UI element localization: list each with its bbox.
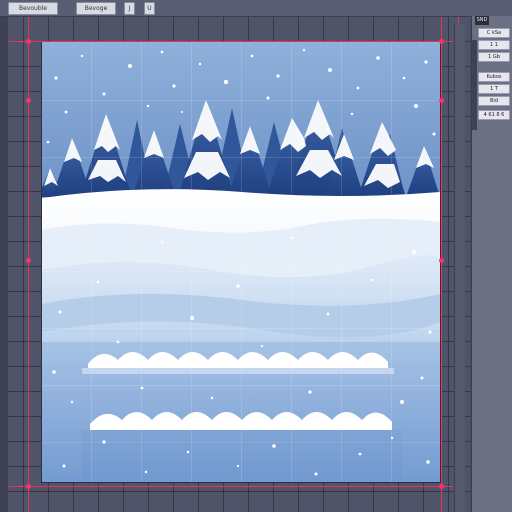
- panel-button-1[interactable]: C kSa: [478, 28, 510, 38]
- panel-button-3[interactable]: 1 Gb: [478, 52, 510, 62]
- toolbar-button-1[interactable]: Bevouble: [8, 2, 58, 15]
- winter-landscape-image: [42, 42, 440, 482]
- panel-button-7[interactable]: 4 61 8 6: [478, 110, 510, 120]
- resize-handle-left-middle[interactable]: [26, 258, 31, 263]
- resize-handle-right-upper[interactable]: [439, 98, 444, 103]
- resize-handle-bottom-right[interactable]: [439, 484, 444, 489]
- toolbar-button-4[interactable]: U: [144, 2, 155, 15]
- guide-bottom[interactable]: [8, 486, 464, 487]
- resize-handle-top-right[interactable]: [439, 39, 444, 44]
- panel-button-4[interactable]: Kubos: [478, 72, 510, 82]
- artboard[interactable]: [42, 42, 440, 482]
- panel-strip: [472, 40, 477, 130]
- panel-button-5[interactable]: 1 T: [478, 84, 510, 94]
- top-toolbar: Bevouble Bevoge J U: [0, 0, 512, 17]
- toolbar-button-3[interactable]: J: [124, 2, 135, 15]
- guide-left[interactable]: [28, 17, 29, 512]
- vertical-scrollbar[interactable]: [454, 24, 465, 512]
- guide-top[interactable]: [8, 41, 464, 42]
- panel-header: SND: [475, 16, 489, 25]
- resize-handle-right-middle[interactable]: [439, 258, 444, 263]
- resize-handle-left-upper[interactable]: [26, 98, 31, 103]
- toolbar-button-2[interactable]: Bevoge: [76, 2, 116, 15]
- resize-handle-top-left[interactable]: [26, 39, 31, 44]
- vertical-ruler: [0, 17, 8, 512]
- panel-button-2[interactable]: 1 1: [478, 40, 510, 50]
- resize-handle-bottom-left[interactable]: [26, 484, 31, 489]
- properties-panel: SND C kSa 1 1 1 Gb Kubos 1 T Bid 4 61 8 …: [471, 16, 512, 512]
- guide-right[interactable]: [441, 17, 442, 512]
- panel-button-6[interactable]: Bid: [478, 96, 510, 106]
